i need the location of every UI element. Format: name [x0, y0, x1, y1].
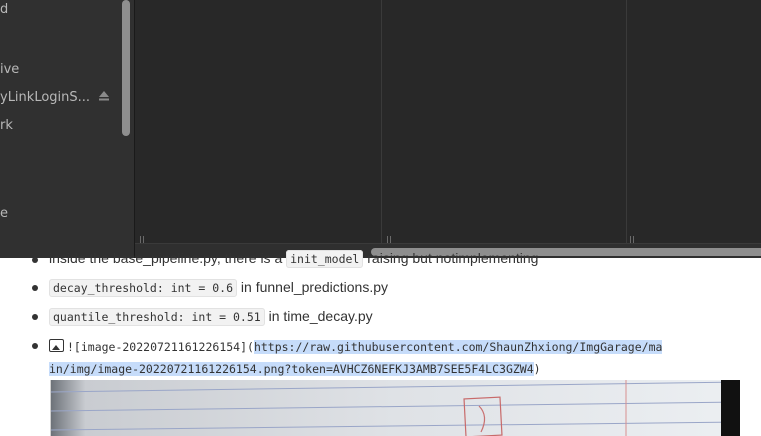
list-item-text[interactable]: quantile_threshold: int = 0.51 in time_d…: [49, 308, 373, 326]
text-span: in funnel_predictions.py: [237, 279, 389, 295]
image-link-line[interactable]: in/img/image-20220721161226154.png?token…: [49, 360, 541, 376]
image-link-close: ): [533, 362, 541, 376]
sidebar-item-label: ive: [0, 62, 20, 77]
sidebar-item[interactable]: d: [0, 1, 8, 19]
sidebar-item-label: yLinkLoginS...: [0, 90, 91, 105]
finder-window: d ive yLinkLoginS... rk e: [0, 0, 761, 258]
image-url[interactable]: in/img/image-20220721161226154.png?token…: [49, 362, 534, 376]
inline-code: decay_threshold: int = 0.6: [49, 279, 238, 297]
bullet-marker: [32, 314, 38, 320]
notebook-photo: [51, 380, 740, 436]
column-resize-handle[interactable]: [630, 231, 636, 244]
bullet-marker: [32, 343, 38, 349]
image-preview[interactable]: [50, 380, 740, 436]
sidebar-item[interactable]: e: [0, 205, 8, 223]
image-link-line[interactable]: ![image-20220721161226154](https://raw.g…: [49, 338, 663, 354]
list-item-text[interactable]: decay_threshold: int = 0.6 in funnel_pre…: [49, 279, 389, 297]
text-span: inside the base_pipeline.py, there is a: [49, 250, 287, 266]
bullet-marker: [32, 257, 38, 263]
column-resize-handle[interactable]: [140, 231, 146, 244]
finder-column[interactable]: [382, 0, 627, 244]
sidebar-scrollbar[interactable]: [122, 0, 130, 136]
eject-icon[interactable]: [98, 90, 110, 102]
finder-sidebar: d ive yLinkLoginS... rk e: [0, 0, 135, 258]
bullet-marker: [32, 285, 38, 291]
image-alt-text: ![image-20220721161226154](: [67, 340, 254, 354]
sidebar-item[interactable]: rk: [0, 117, 13, 135]
text-span: raising but notimplementing: [363, 250, 539, 266]
finder-column[interactable]: [135, 0, 382, 244]
image-icon: [49, 339, 64, 352]
inline-code: init_model: [286, 250, 364, 268]
markdown-document: inside the base_pipeline.py, there is a …: [0, 250, 761, 436]
list-item-text[interactable]: inside the base_pipeline.py, there is a …: [49, 250, 539, 268]
inline-code: quantile_threshold: int = 0.51: [49, 308, 265, 326]
sidebar-item[interactable]: ive: [0, 61, 19, 79]
image-url[interactable]: https://raw.githubusercontent.com/ShaunZ…: [253, 340, 663, 354]
column-resize-handle[interactable]: [387, 231, 393, 244]
finder-column[interactable]: [627, 0, 761, 244]
text-span: in time_decay.py: [264, 308, 373, 324]
sidebar-item[interactable]: yLinkLoginS...: [0, 89, 110, 107]
sidebar-item-label: e: [0, 206, 8, 221]
sidebar-item-label: d: [0, 2, 9, 17]
sidebar-item-label: rk: [0, 118, 13, 133]
